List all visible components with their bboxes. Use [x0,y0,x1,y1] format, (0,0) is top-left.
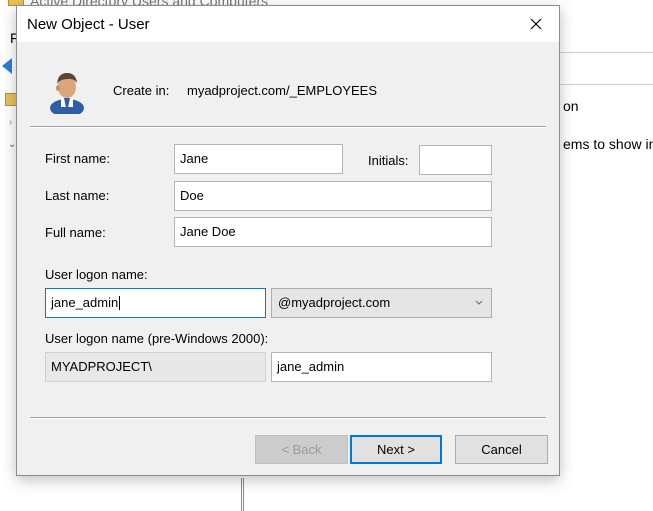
close-button[interactable] [513,6,559,42]
next-button[interactable]: Next > [350,435,442,464]
close-icon [530,18,542,30]
full-name-label: Full name: [45,225,106,240]
upn-suffix-dropdown[interactable]: @myadproject.com [271,288,492,318]
first-name-label: First name: [45,151,111,166]
chevron-right-icon[interactable]: › [9,117,12,128]
create-in-path: myadproject.com/_EMPLOYEES [187,83,378,98]
upn-suffix-value: @myadproject.com [278,295,391,310]
cancel-button[interactable]: Cancel [455,435,548,464]
first-name-field[interactable]: Jane [174,144,343,174]
last-name-field[interactable]: Doe [174,181,492,211]
back-arrow-icon[interactable] [2,58,12,74]
list-column-header[interactable]: on [563,98,579,114]
dialog-title: New Object - User [27,16,150,33]
logon-name-value: jane_admin [51,295,119,310]
full-name-field[interactable]: Jane Doe [174,217,492,247]
pre2000-logon-field[interactable]: jane_admin [271,352,492,382]
create-in-label: Create in: [113,83,170,98]
chevron-down-icon [475,300,483,305]
initials-field[interactable] [419,145,492,175]
back-button[interactable]: < Back [255,435,348,464]
separator [30,126,546,128]
pre2000-domain-field: MYADPROJECT\ [45,352,266,382]
new-user-dialog: New Object - User Create in: myadproject… [16,5,560,476]
logon-name-field[interactable]: jane_admin [45,288,266,318]
initials-label: Initials: [368,153,409,168]
list-header-divider [560,84,653,85]
separator [30,417,546,419]
pane-splitter[interactable] [241,478,244,511]
logon-name-label: User logon name: [45,267,148,282]
dialog-titlebar[interactable]: New Object - User [17,6,559,42]
user-icon [50,73,84,114]
list-empty-message: ems to show in [563,136,653,152]
toolbar-divider [560,52,653,53]
last-name-label: Last name: [45,188,110,203]
text-caret [119,296,121,310]
pre2000-label: User logon name (pre-Windows 2000): [45,331,269,346]
